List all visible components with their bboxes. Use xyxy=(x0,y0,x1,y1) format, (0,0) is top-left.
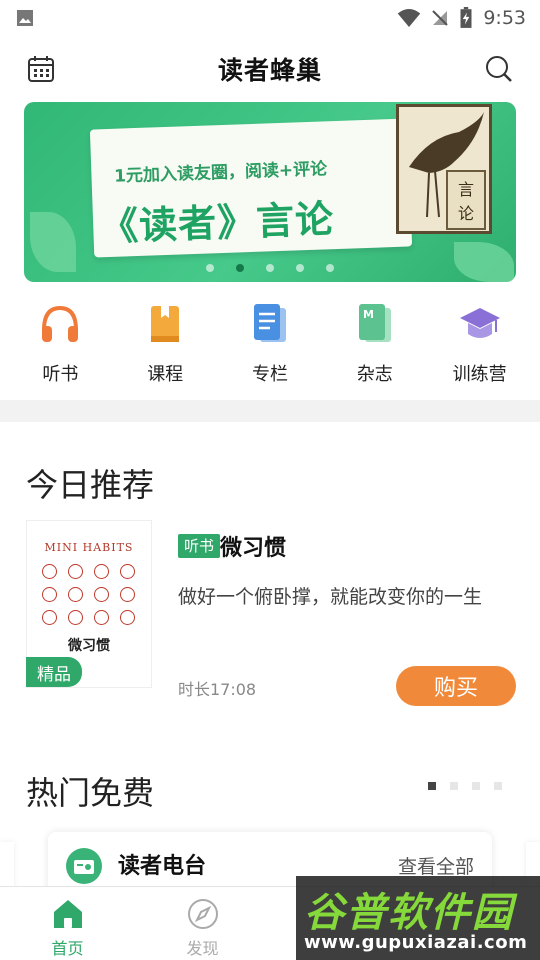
banner-dot-active[interactable] xyxy=(236,264,244,272)
banner-pagination xyxy=(24,264,516,272)
search-button[interactable] xyxy=(482,52,516,86)
status-time: 9:53 xyxy=(483,7,526,29)
book-cover-cn-title: 微习惯 xyxy=(68,638,110,654)
section-divider xyxy=(0,400,540,422)
listen-book-tag: 听书 xyxy=(178,534,221,558)
recommend-section-title: 今日推荐 xyxy=(26,466,155,504)
top-bar: 读者蜂巢 xyxy=(0,36,540,102)
app-title: 读者蜂巢 xyxy=(217,56,322,85)
course-book-icon xyxy=(151,306,180,342)
wifi-icon xyxy=(398,9,421,27)
banner-dot[interactable] xyxy=(266,264,274,272)
hot-free-pagination xyxy=(428,782,502,790)
recommend-description: 做好一个俯卧撑，就能改变你的一生 xyxy=(178,586,483,608)
banner-dot[interactable] xyxy=(326,264,334,272)
page-dot xyxy=(450,782,458,790)
nav-label: 首页 xyxy=(51,939,84,958)
watermark-url: www.gupuxiazai.com xyxy=(304,932,528,953)
category-training-camp[interactable]: 训练营 xyxy=(435,302,525,386)
column-doc-icon xyxy=(253,304,286,342)
page-dot xyxy=(494,782,502,790)
category-grid: 听书 课程 专栏 M 杂志 训练营 xyxy=(0,302,540,386)
category-listen-book[interactable]: 听书 xyxy=(15,302,105,386)
category-label: 听书 xyxy=(42,364,79,385)
banner-dot[interactable] xyxy=(296,264,304,272)
image-notification-icon xyxy=(17,10,33,26)
headphones-icon xyxy=(42,305,79,342)
nav-home[interactable]: 首页 xyxy=(0,887,135,960)
recommend-duration: 时长17:08 xyxy=(178,680,257,699)
no-signal-icon xyxy=(432,10,449,26)
category-course[interactable]: 课程 xyxy=(120,302,210,386)
view-all-link[interactable]: 查看全部 xyxy=(398,852,474,879)
category-magazine[interactable]: M 杂志 xyxy=(330,302,420,386)
category-label: 专栏 xyxy=(251,364,288,385)
leaf-decoration xyxy=(454,242,514,282)
page-dot xyxy=(472,782,480,790)
nav-discover[interactable]: 发现 xyxy=(135,887,270,960)
buy-button[interactable]: 购买 xyxy=(396,666,516,706)
radio-card-title: 读者电台 xyxy=(118,854,207,879)
leaf-decoration xyxy=(30,212,76,272)
radio-icon xyxy=(66,848,102,884)
premium-badge: 精品 xyxy=(26,657,82,687)
banner-art-label: 言 论 xyxy=(446,170,486,230)
hot-free-section-title: 热门免费 xyxy=(26,774,155,812)
category-column[interactable]: 专栏 xyxy=(225,302,315,386)
clock-pattern xyxy=(27,564,151,625)
calendar-button[interactable] xyxy=(24,52,58,86)
watermark: 谷普软件园 www.gupuxiazai.com xyxy=(296,876,540,960)
nav-label: 发现 xyxy=(186,939,219,958)
watermark-title: 谷普软件园 xyxy=(304,890,514,936)
battery-charging-icon xyxy=(460,7,472,28)
magazine-icon: M xyxy=(358,304,391,342)
search-icon xyxy=(485,56,512,82)
recommend-book-title[interactable]: 微习惯 xyxy=(220,530,286,562)
compass-icon xyxy=(187,899,218,929)
art-label-char: 论 xyxy=(457,204,474,223)
svg-text:M: M xyxy=(363,308,374,321)
category-label: 杂志 xyxy=(356,364,393,385)
book-cover-title: MINI HABITS xyxy=(44,541,134,554)
page-dot-active xyxy=(428,782,436,790)
home-icon xyxy=(53,900,82,928)
graduation-cap-icon xyxy=(459,308,500,338)
calendar-icon xyxy=(28,56,54,82)
banner-dot[interactable] xyxy=(206,264,214,272)
category-label: 课程 xyxy=(147,364,184,385)
status-bar: 9:53 xyxy=(0,0,540,36)
art-label-char: 言 xyxy=(457,180,474,199)
banner-headline: 《读者》言论 xyxy=(99,196,335,250)
promo-banner[interactable]: 1元加入读友圈，阅读+评论 《读者》言论 言 论 xyxy=(24,102,516,282)
category-label: 训练营 xyxy=(452,364,507,385)
